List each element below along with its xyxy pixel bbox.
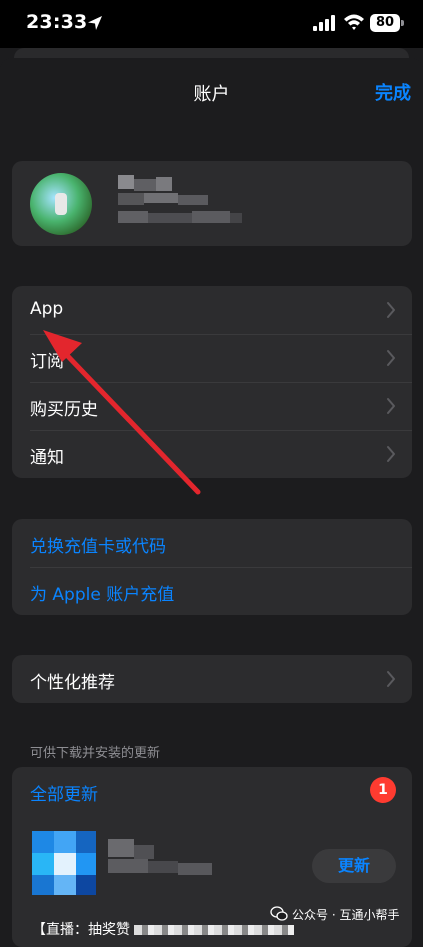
redeem-code-label: 兑换充值卡或代码 xyxy=(30,537,166,557)
cellular-signal-icon xyxy=(313,15,335,31)
add-funds-link[interactable]: 为 Apple 账户充值 xyxy=(12,567,412,615)
add-funds-label: 为 Apple 账户充值 xyxy=(30,585,175,605)
update-count-badge: 1 xyxy=(370,777,396,803)
menu-item-label: 订阅 xyxy=(30,352,64,372)
chevron-right-icon xyxy=(387,671,395,687)
menu-item-label: App xyxy=(30,299,64,319)
wechat-logo-icon xyxy=(270,906,288,921)
battery-tip xyxy=(401,20,404,26)
profile-card[interactable] xyxy=(12,161,412,246)
update-button[interactable]: 更新 xyxy=(312,849,396,883)
done-button[interactable]: 完成 xyxy=(375,79,411,105)
app-description-redacted xyxy=(134,925,295,935)
page-title: 账户 xyxy=(193,84,230,105)
app-icon[interactable] xyxy=(32,831,96,895)
chevron-right-icon xyxy=(387,446,395,462)
chevron-right-icon xyxy=(387,350,395,366)
chevron-right-icon xyxy=(387,398,395,414)
updates-section-caption: 可供下载并安装的更新 xyxy=(30,746,161,761)
battery-level: 80 xyxy=(370,14,400,32)
wechat-watermark: 公众号 · 互通小帮手 xyxy=(270,903,420,925)
account-menu-list: App 订阅 购买历史 通知 xyxy=(12,286,412,478)
redeem-code-link[interactable]: 兑换充值卡或代码 xyxy=(12,519,412,567)
personalized-recommendations[interactable]: 个性化推荐 xyxy=(12,655,412,703)
chevron-right-icon xyxy=(387,302,395,318)
menu-item-purchase-history[interactable]: 购买历史 xyxy=(12,382,412,430)
menu-item-label: 通知 xyxy=(30,448,64,468)
personalized-label: 个性化推荐 xyxy=(30,673,115,693)
personalized-row[interactable]: 个性化推荐 xyxy=(12,655,412,703)
redeem-section: 兑换充值卡或代码 为 Apple 账户充值 xyxy=(12,519,412,615)
menu-item-subscriptions[interactable]: 订阅 xyxy=(12,334,412,382)
menu-item-app[interactable]: App xyxy=(12,286,412,334)
location-arrow-icon xyxy=(88,16,102,30)
app-description: 【直播：抽奖赞 xyxy=(32,919,295,939)
update-all-row[interactable]: 全部更新 1 xyxy=(12,767,412,815)
status-time: 23:33 xyxy=(26,11,88,33)
app-description-text: 【直播：抽奖赞 xyxy=(32,922,130,938)
avatar-figure xyxy=(55,193,67,215)
status-bar: 23:33 80 xyxy=(0,0,423,48)
menu-item-label: 购买历史 xyxy=(30,400,98,420)
menu-item-notifications[interactable]: 通知 xyxy=(12,430,412,478)
watermark-text: 公众号 · 互通小帮手 xyxy=(292,907,400,922)
avatar xyxy=(30,173,92,235)
update-all-button[interactable]: 全部更新 xyxy=(30,780,98,805)
wifi-icon xyxy=(344,14,364,30)
